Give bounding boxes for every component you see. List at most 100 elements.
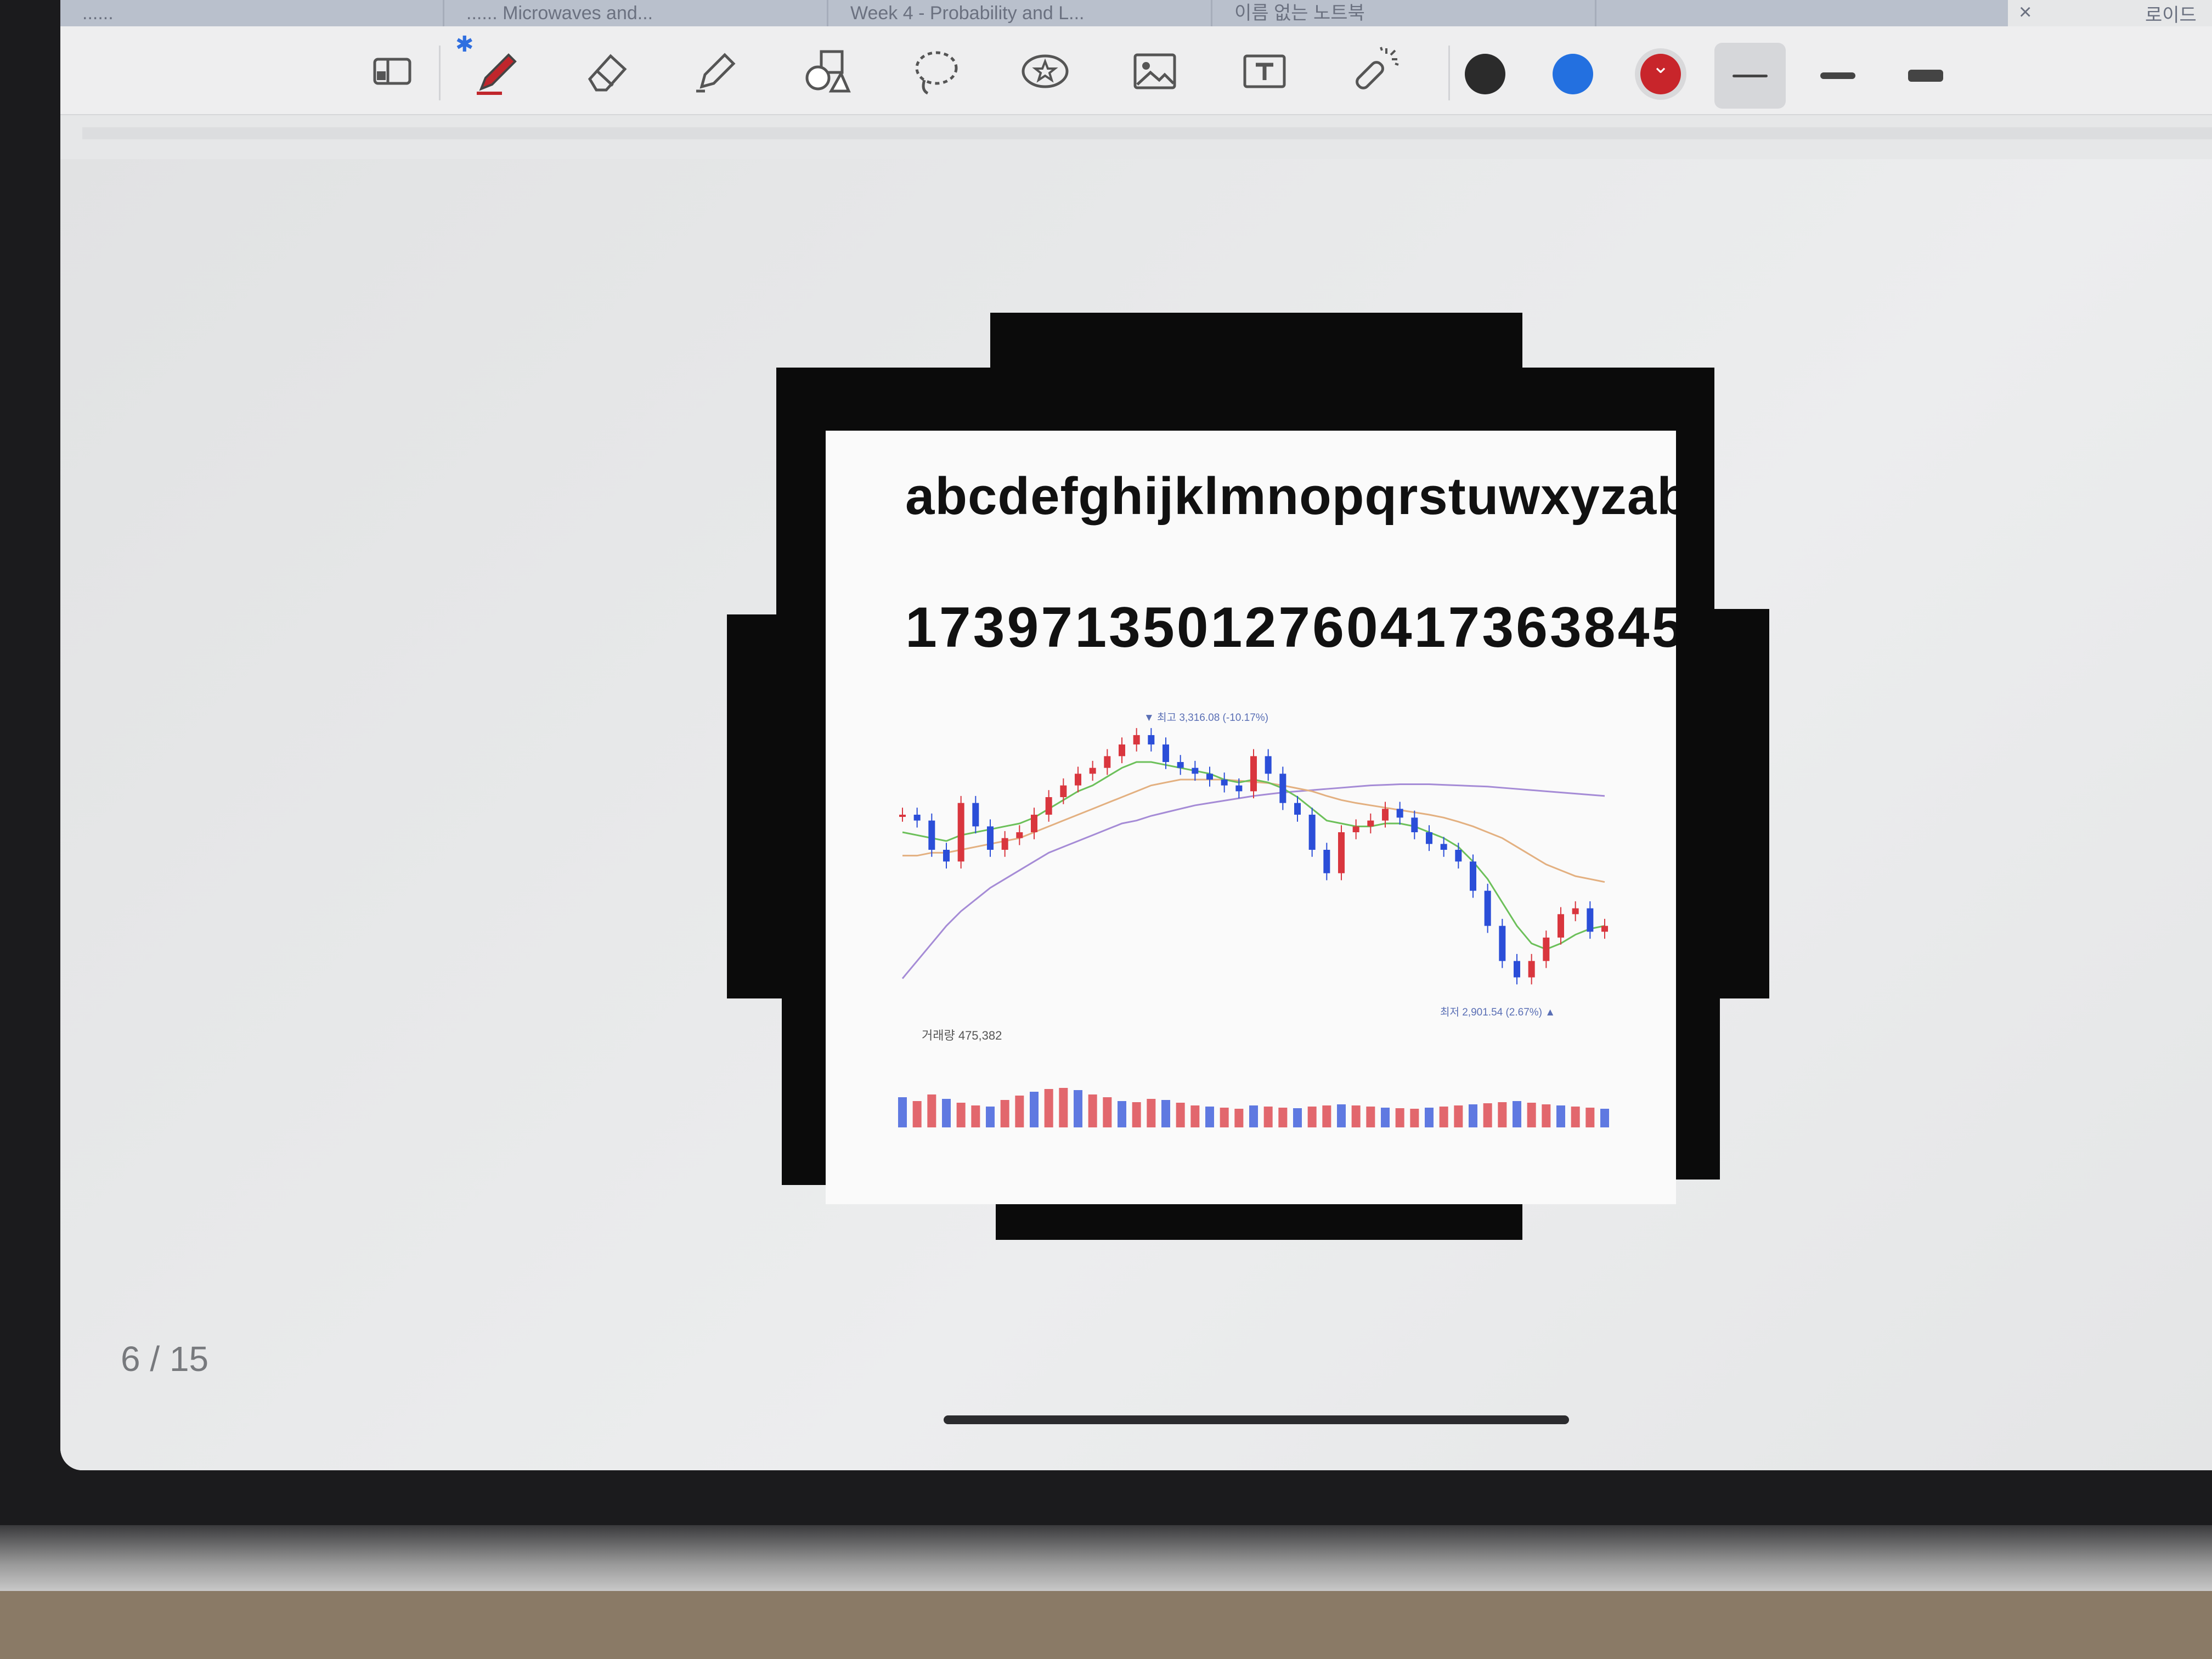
candle-body <box>1089 768 1096 774</box>
text-icon[interactable] <box>1232 38 1297 104</box>
document-tab[interactable]: Week 4 - Probability and L... <box>828 0 1212 26</box>
lasso-icon[interactable] <box>902 38 968 104</box>
volume-bar <box>1527 1103 1536 1127</box>
candle-body <box>1075 774 1081 786</box>
stroke-width-medium-button[interactable] <box>1802 43 1874 109</box>
candle-body <box>1148 735 1155 744</box>
volume-bar <box>1249 1105 1258 1127</box>
volume-bar <box>1381 1108 1390 1127</box>
candle-body <box>1119 744 1125 757</box>
color-swatch-black[interactable] <box>1465 54 1505 94</box>
candle-body <box>957 803 964 862</box>
volume-bar <box>986 1107 995 1127</box>
candle-body <box>899 815 906 817</box>
volume-bar <box>1469 1104 1477 1127</box>
page-counter: 6 / 15 <box>121 1339 209 1379</box>
eraser-icon[interactable] <box>573 38 639 104</box>
candle-body <box>1440 844 1447 850</box>
toolbar-separator <box>1448 46 1450 100</box>
candle-body <box>987 826 994 850</box>
candle-body <box>1001 838 1008 850</box>
volume-bar <box>1147 1099 1156 1127</box>
image-icon[interactable] <box>1122 38 1188 104</box>
volume-bar <box>1059 1088 1068 1127</box>
candle-body <box>928 820 935 850</box>
document-tab[interactable]: ...... <box>60 0 444 26</box>
candle-body <box>1177 762 1184 768</box>
volume-bar <box>1483 1103 1492 1127</box>
volume-bar <box>1176 1103 1185 1127</box>
volume-bar <box>1439 1107 1448 1127</box>
volume-bar <box>1278 1108 1288 1127</box>
color-swatch-red[interactable] <box>1640 54 1681 94</box>
candle-body <box>1499 926 1506 961</box>
candle-body <box>1060 785 1067 797</box>
candle-body <box>1528 961 1535 978</box>
candle-body <box>1294 803 1301 815</box>
tablet-case-edge <box>0 1525 2212 1591</box>
highlighter-icon[interactable] <box>683 38 749 104</box>
candle-body <box>1484 890 1491 926</box>
candle-body <box>1206 774 1213 780</box>
candle-body <box>1396 809 1403 818</box>
color-swatch-blue[interactable] <box>1553 54 1593 94</box>
volume-bar <box>927 1094 936 1127</box>
document-tab[interactable]: ...... Microwaves and... <box>444 0 828 26</box>
pen-icon[interactable] <box>464 38 529 104</box>
candle-body <box>1338 832 1345 873</box>
candle-body <box>1250 756 1257 792</box>
document-tab[interactable]: 이름 없는 노트북 <box>1212 0 1596 26</box>
volume-bar <box>1132 1102 1141 1127</box>
home-indicator[interactable] <box>944 1415 1569 1424</box>
candle-body <box>1235 785 1243 792</box>
volume-bar <box>1395 1108 1404 1127</box>
volume-bar <box>1307 1107 1317 1127</box>
volume-label: 거래량 475,382 <box>922 1029 1002 1042</box>
volume-bar <box>1337 1104 1346 1127</box>
candle-body <box>1367 820 1374 827</box>
stroke-width-thick-button[interactable] <box>1890 43 1961 109</box>
candle-body <box>1587 908 1594 932</box>
volume-bar <box>1322 1105 1331 1127</box>
thin-stroke-icon <box>1733 74 1768 77</box>
toolbar-divider <box>82 127 2212 139</box>
volume-bar <box>1074 1090 1082 1127</box>
volume-bar <box>1556 1105 1565 1127</box>
candle-body <box>1279 774 1286 803</box>
candle-body <box>1352 826 1359 832</box>
candle-body <box>943 850 950 862</box>
stroke-width-thin-button[interactable] <box>1714 43 1786 109</box>
shapes-icon[interactable] <box>793 38 859 104</box>
candle-body <box>1045 797 1052 815</box>
candle-body <box>1382 809 1389 821</box>
volume-bar <box>1015 1096 1024 1127</box>
volume-bar <box>1571 1107 1580 1127</box>
tablet-device: ...... ...... Microwaves and... Week 4 -… <box>0 0 2212 1585</box>
volume-bar <box>1220 1108 1229 1127</box>
volume-bar <box>1190 1105 1200 1127</box>
volume-bar <box>1088 1094 1097 1127</box>
volume-bar <box>1425 1108 1434 1127</box>
sticker-icon[interactable] <box>1012 38 1078 104</box>
candle-body <box>1558 914 1564 938</box>
candle-body <box>1470 861 1476 891</box>
volume-bar <box>1410 1109 1419 1127</box>
chart-low-annotation: 최저 2,901.54 (2.67%) ▲ <box>1440 1007 1556 1018</box>
volume-bar <box>1263 1107 1273 1127</box>
volume-bar <box>971 1105 980 1127</box>
candle-body <box>972 803 979 827</box>
stock-chart <box>898 728 1609 1127</box>
candle-body <box>1543 938 1550 961</box>
toolbar-separator <box>439 46 441 100</box>
notebook-page[interactable]: abcdefghijklmnopqrstuwxyzab 173971350127… <box>60 159 2212 1470</box>
candle-body <box>1104 756 1111 768</box>
laser-pointer-icon[interactable] <box>1341 38 1407 104</box>
volume-bar <box>1498 1102 1507 1127</box>
close-tab-icon[interactable]: × <box>2019 0 2032 25</box>
volume-bar <box>1000 1100 1009 1127</box>
volume-bar <box>1044 1089 1053 1127</box>
page-layout-icon[interactable] <box>359 38 425 104</box>
volume-bar <box>1118 1101 1126 1127</box>
volume-bar <box>1600 1109 1609 1127</box>
candle-body <box>913 815 921 821</box>
